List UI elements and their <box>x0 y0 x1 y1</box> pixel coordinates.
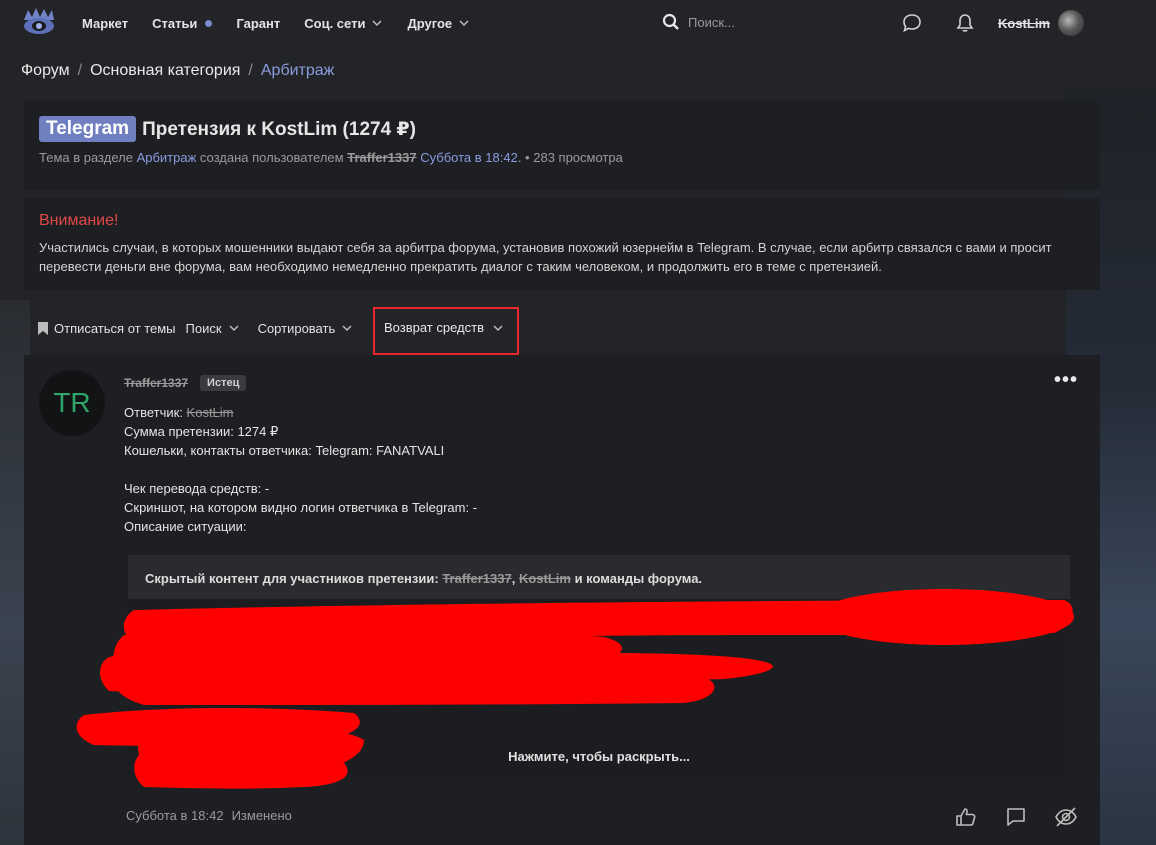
chat-icon[interactable] <box>901 12 923 34</box>
search-dropdown-label: Поиск <box>185 320 222 336</box>
username: KostLim <box>998 15 1050 31</box>
page-title: Претензия к KostLim (1274 ₽) <box>142 118 416 140</box>
thread-title-row: Telegram Претензия к KostLim (1274 ₽) <box>39 116 416 142</box>
notice-title: Внимание! <box>39 212 119 229</box>
avatar <box>1058 10 1084 36</box>
logo-icon[interactable] <box>22 6 56 38</box>
thread-prefix-tag[interactable]: Telegram <box>39 116 137 142</box>
meta-created: создана пользователем <box>199 150 344 165</box>
meta-dot: . • <box>517 150 530 165</box>
nav-item-articles[interactable]: Статьи <box>152 15 213 31</box>
meta-author-link[interactable]: Traffer1337 <box>347 150 416 165</box>
thread-meta: Тема в разделе Арбитраж создана пользова… <box>39 150 623 165</box>
notification-dot <box>205 19 213 27</box>
unsubscribe-button[interactable]: Отписаться от темы <box>38 321 176 336</box>
sort-dropdown-label: Сортировать <box>257 320 336 336</box>
top-navigation: Маркет Статьи Гарант Соц. сети Другое По… <box>0 0 1156 46</box>
breadcrumb: Форум / Основная категория / Арбитраж <box>21 62 334 80</box>
warning-notice: Внимание! Участились случаи, в которых м… <box>24 198 1100 290</box>
breadcrumb-item-arbitration[interactable]: Арбитраж <box>261 62 335 80</box>
nav-item-guarantee[interactable]: Гарант <box>236 16 280 31</box>
nav-item-label: Другое <box>407 15 453 31</box>
bookmark-icon <box>38 321 48 335</box>
redaction-scribble <box>76 589 1074 789</box>
nav-menu: Маркет Статьи Гарант Соц. сети Другое <box>70 0 482 46</box>
nav-item-social[interactable]: Соц. сети <box>304 16 383 31</box>
nav-item-label: Маркет <box>82 15 129 31</box>
breadcrumb-separator: / <box>77 62 83 79</box>
nav-item-label: Статьи <box>152 15 198 31</box>
post-date[interactable]: Суббота в 18:42 <box>126 808 224 823</box>
like-icon[interactable] <box>954 805 978 829</box>
post-actions <box>954 805 1078 829</box>
chevron-down-icon <box>493 324 503 331</box>
post-footer: Суббота в 18:42 Изменено <box>126 808 292 823</box>
meta-prefix: Тема в разделе <box>39 150 133 165</box>
bell-icon[interactable] <box>954 12 976 34</box>
post-edited: Изменено <box>231 808 292 823</box>
meta-date-link[interactable]: Суббота в 18:42 <box>420 150 518 165</box>
notice-text: Участились случаи, в которых мошенники в… <box>39 240 1052 274</box>
post: TR Traffer1337 Истец ••• Ответчик: KostL… <box>24 355 1100 845</box>
search-placeholder: Поиск... <box>688 14 735 30</box>
reply-icon[interactable] <box>1004 805 1028 829</box>
nav-item-label: Соц. сети <box>304 15 366 31</box>
user-menu[interactable]: KostLim <box>998 10 1084 36</box>
chevron-down-icon <box>372 20 382 27</box>
search-icon <box>662 13 679 30</box>
nav-item-market[interactable]: Маркет <box>82 16 128 31</box>
meta-views: 283 просмотра <box>533 150 623 165</box>
chevron-down-icon <box>459 20 469 27</box>
breadcrumb-item-forum[interactable]: Форум <box>21 62 70 80</box>
breadcrumb-separator: / <box>248 62 253 79</box>
chevron-down-icon <box>342 325 352 332</box>
meta-section-link[interactable]: Арбитраж <box>137 150 197 165</box>
search-dropdown[interactable]: Поиск <box>186 321 240 336</box>
refund-dropdown[interactable]: Возврат средств <box>384 320 504 335</box>
nav-item-other[interactable]: Другое <box>407 16 470 31</box>
hide-icon[interactable] <box>1054 805 1078 829</box>
search-box[interactable]: Поиск... <box>662 13 735 31</box>
unsubscribe-label: Отписаться от темы <box>54 320 176 336</box>
sort-dropdown[interactable]: Сортировать <box>258 321 354 336</box>
breadcrumb-item-category[interactable]: Основная категория <box>90 62 240 80</box>
refund-dropdown-label: Возврат средств <box>384 320 484 335</box>
thread-header: Telegram Претензия к KostLim (1274 ₽) Те… <box>24 100 1100 190</box>
thread-toolbar: Отписаться от темы Поиск Сортировать <box>24 310 371 346</box>
chevron-down-icon <box>229 325 239 332</box>
nav-item-label: Гарант <box>236 15 281 31</box>
